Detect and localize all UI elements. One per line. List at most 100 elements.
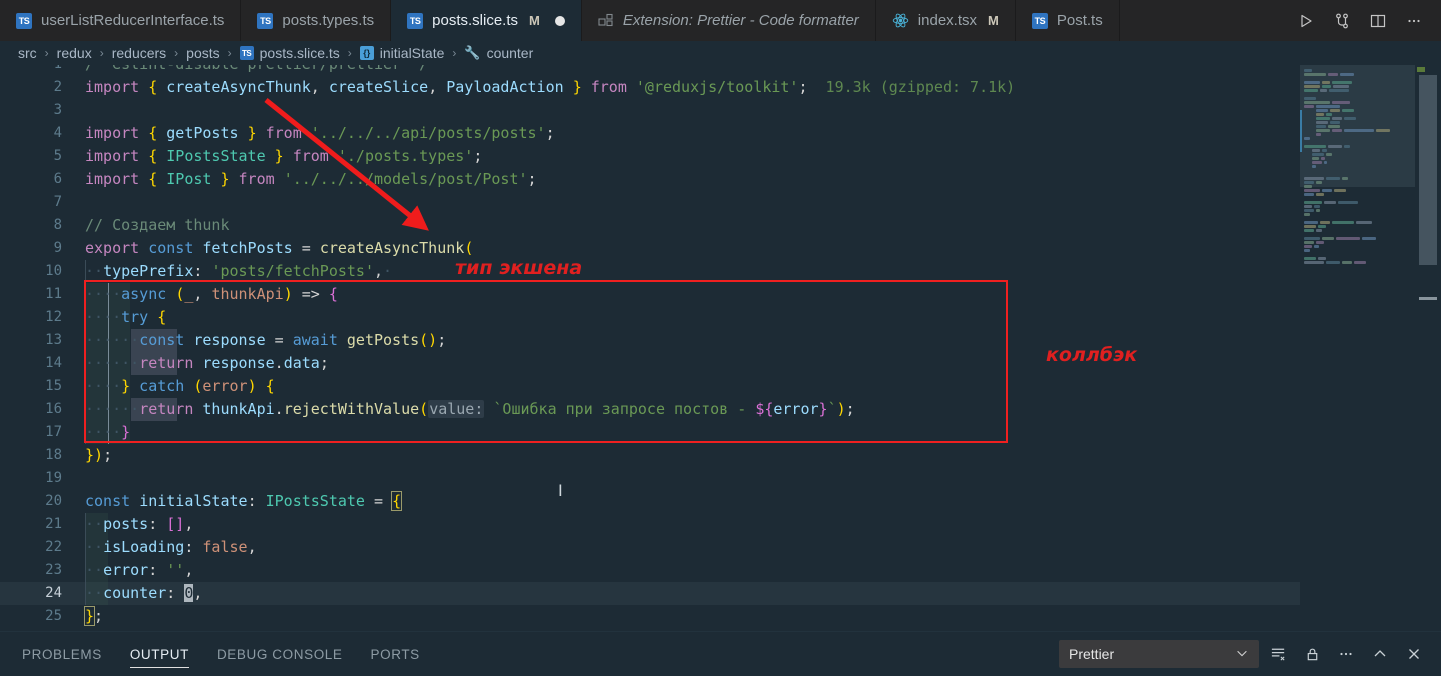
line-content: import { createAsyncThunk, createSlice, … (85, 78, 1016, 96)
breadcrumb-item-posts-slice[interactable]: TS posts.slice.ts (239, 45, 340, 61)
line-content: ··counter: 0, (85, 584, 203, 602)
line-number: 24 (45, 585, 62, 601)
breadcrumb-item-counter[interactable]: 🔧 counter (464, 45, 533, 61)
clear-output-icon[interactable] (1263, 640, 1293, 668)
breadcrumb-item-redux[interactable]: redux (57, 45, 92, 61)
editor-tab-post-ts[interactable]: TS Post.ts (1015, 0, 1120, 41)
code-line: 1 /* eslint-disable prettier/prettier */ (0, 65, 1441, 75)
scrollbar-thumb[interactable] (1419, 75, 1437, 265)
symbol-property-icon: 🔧 (464, 45, 481, 60)
breadcrumb-separator: › (452, 46, 457, 60)
maximize-panel-icon[interactable] (1365, 640, 1395, 668)
breadcrumb-separator: › (347, 46, 352, 60)
code-lines: 1 /* eslint-disable prettier/prettier */… (0, 65, 1441, 631)
split-editor-icon[interactable] (1363, 6, 1393, 36)
line-number: 4 (53, 125, 62, 141)
line-number: 21 (45, 516, 62, 532)
breadcrumb-label: initialState (379, 45, 445, 61)
tab-label: Extension: Prettier - Code formatter (622, 12, 859, 29)
bottom-panel: PROBLEMS OUTPUT DEBUG CONSOLE PORTS Pret… (0, 631, 1441, 676)
ts-file-icon: TS (257, 12, 274, 29)
panel-tab-debug-console[interactable]: DEBUG CONSOLE (217, 635, 343, 674)
tab-label: posts.slice.ts (432, 12, 519, 29)
line-content: ··isLoading: false, (85, 538, 257, 556)
source-control-icon[interactable] (1327, 6, 1357, 36)
breadcrumb-label: counter (486, 45, 534, 61)
line-content: ······return response.data; (85, 354, 329, 372)
code-line: 8 // Создаем thunk (0, 214, 1441, 237)
code-line: 21 ··posts: [], (0, 513, 1441, 536)
code-line: 15 ····} catch (error) { (0, 375, 1441, 398)
code-line: 13 ······const response = await getPosts… (0, 329, 1441, 352)
line-number: 6 (53, 171, 62, 187)
code-line: 16 ······return thunkApi.rejectWithValue… (0, 398, 1441, 421)
tab-modified-badge: M (988, 13, 999, 28)
breadcrumb-item-initialstate[interactable]: {} initialState (359, 45, 445, 61)
editor-tab-extension-prettier[interactable]: Extension: Prettier - Code formatter (581, 0, 876, 41)
line-content: ······return thunkApi.rejectWithValue(va… (85, 400, 855, 418)
editor-vertical-scrollbar[interactable] (1415, 65, 1441, 631)
extension-icon (598, 13, 614, 29)
breadcrumb-separator: › (99, 46, 104, 60)
line-number: 25 (45, 608, 62, 624)
ts-file-icon: TS (1031, 12, 1048, 29)
tab-modified-badge: M (529, 13, 540, 28)
editor-tab-posts-types[interactable]: TS posts.types.ts (241, 0, 392, 41)
breadcrumb-separator: › (227, 46, 232, 60)
code-line: 2 import { createAsyncThunk, createSlice… (0, 76, 1441, 99)
editor-tab-index-tsx[interactable]: index.tsx M (875, 0, 1016, 41)
ts-file-icon: TS (407, 12, 424, 29)
lock-scroll-icon[interactable] (1297, 640, 1327, 668)
line-number: 20 (45, 493, 62, 509)
line-content: ····async (_, thunkApi) => { (85, 285, 338, 303)
run-button[interactable] (1291, 6, 1321, 36)
breadcrumb-item-posts[interactable]: posts (186, 45, 219, 61)
panel-tab-problems[interactable]: PROBLEMS (22, 635, 102, 674)
line-content: ····} (85, 423, 131, 441)
breadcrumb-item-reducers[interactable]: reducers (112, 45, 166, 61)
line-number: 8 (53, 217, 62, 233)
breadcrumb-separator: › (44, 46, 49, 60)
line-number: 2 (53, 79, 62, 95)
line-content: }; (83, 606, 104, 626)
line-content: ··typePrefix: 'posts/fetchPosts',· (85, 262, 393, 280)
line-content: import { getPosts } from '../../../api/p… (85, 124, 555, 142)
line-content: ······const response = await getPosts(); (85, 331, 447, 349)
more-actions-icon[interactable] (1399, 6, 1429, 36)
code-line: 23 ··error: '', (0, 559, 1441, 582)
code-line: 11 ····async (_, thunkApi) => { (0, 283, 1441, 306)
breadcrumb-item-src[interactable]: src (18, 45, 37, 61)
code-line: 5 import { IPostsState } from './posts.t… (0, 145, 1441, 168)
line-number: 19 (45, 470, 62, 486)
code-line: 26 (0, 628, 1441, 631)
line-content: const initialState: IPostsState = { (85, 491, 403, 511)
editor-tab-posts-slice[interactable]: TS posts.slice.ts M (391, 0, 582, 41)
line-number: 5 (53, 148, 62, 164)
code-editor[interactable]: 1 /* eslint-disable prettier/prettier */… (0, 65, 1441, 631)
editor-tab-userlistreducerinterface[interactable]: TS userListReducerInterface.ts (0, 0, 242, 41)
panel-tab-ports[interactable]: PORTS (371, 635, 420, 674)
line-number: 26 (0, 628, 62, 631)
tab-label: userListReducerInterface.ts (41, 12, 225, 29)
panel-more-icon[interactable] (1331, 640, 1361, 668)
line-number: 14 (45, 355, 62, 371)
minimap-content (1300, 65, 1415, 264)
unsaved-dot-icon[interactable] (554, 15, 565, 26)
tab-label: Post.ts (1056, 12, 1103, 29)
scrollbar-cursor-marker (1419, 297, 1437, 300)
code-line: 3 (0, 99, 1441, 122)
output-channel-select[interactable]: Prettier (1059, 640, 1259, 668)
editor-minimap[interactable] (1300, 65, 1415, 631)
code-line: 17 ····} (0, 421, 1441, 444)
line-number: 23 (45, 562, 62, 578)
line-number: 22 (45, 539, 62, 555)
line-number: 7 (53, 194, 62, 210)
line-number: 12 (45, 309, 62, 325)
close-panel-icon[interactable] (1399, 640, 1429, 668)
code-line-active: 24 ··counter: 0, (0, 582, 1441, 605)
panel-tab-output[interactable]: OUTPUT (129, 635, 190, 674)
code-line: 22 ··isLoading: false, (0, 536, 1441, 559)
code-line: 25 }; (0, 605, 1441, 628)
code-line: 14 ······return response.data; (0, 352, 1441, 375)
tab-label: index.tsx (917, 12, 977, 29)
